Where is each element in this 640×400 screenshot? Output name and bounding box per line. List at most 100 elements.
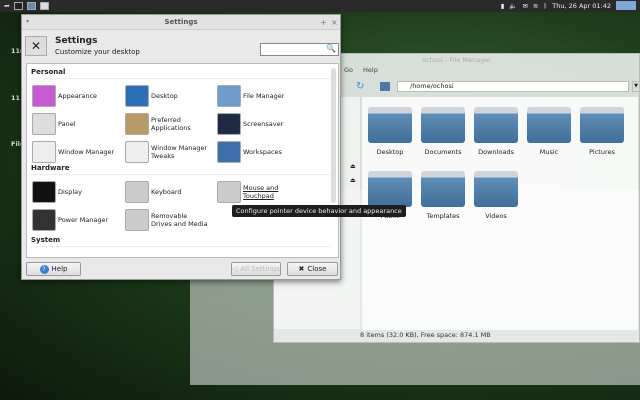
- power-manager-icon: [32, 209, 56, 231]
- folder-templates[interactable]: Templates: [420, 171, 466, 220]
- folder-icon: [474, 171, 518, 207]
- system-tray: ▮ 🔈 ✉ ≋ ᛒ Thu, 26 Apr 01:42: [501, 1, 636, 10]
- settings-item-power-manager[interactable]: Power Manager: [32, 209, 116, 231]
- item-label: Keyboard: [151, 188, 182, 196]
- battery-icon[interactable]: ▮: [501, 2, 505, 10]
- settings-item-window-manager[interactable]: Window Manager: [32, 141, 116, 163]
- header-subtitle: Customize your desktop: [55, 48, 140, 56]
- folder-pictures[interactable]: Pictures: [579, 107, 625, 156]
- window-menu-icon[interactable]: ▾: [26, 18, 29, 25]
- window-title: Settings: [22, 15, 340, 30]
- settings-item-screensaver[interactable]: Screensaver: [217, 113, 301, 135]
- settings-item-display[interactable]: Display: [32, 181, 116, 203]
- item-label: Window Manager Tweaks: [151, 144, 208, 160]
- scrollbar[interactable]: [331, 68, 336, 203]
- settings-list: Personal Appearance Desktop File Manager Pan…: [26, 63, 339, 258]
- settings-item-appearance[interactable]: Appearance: [32, 85, 116, 107]
- item-label: Preferred Applications: [151, 116, 191, 132]
- workspace-switcher[interactable]: [616, 1, 636, 10]
- item-label: Panel: [58, 120, 76, 128]
- home-icon[interactable]: [380, 82, 390, 91]
- appearance-icon: [32, 85, 56, 107]
- item-label: Appearance: [58, 92, 98, 100]
- eject-icon[interactable]: ⏏: [350, 163, 356, 170]
- category-system: System: [31, 236, 61, 244]
- category-hardware: Hardware: [31, 164, 70, 172]
- close-label: Close: [307, 265, 327, 273]
- settings-item-file-manager[interactable]: File Manager: [217, 85, 301, 107]
- item-label: File Manager: [243, 92, 285, 100]
- folder-label: Videos: [485, 212, 507, 220]
- item-label: Workspaces: [243, 148, 282, 156]
- item-label: Display: [58, 188, 82, 196]
- item-label: Removable Drives and Media: [151, 212, 208, 228]
- status-bar: 8 items (32.0 KB), Free space: 874.1 MB: [360, 331, 491, 339]
- bluetooth-icon[interactable]: ᛒ: [543, 2, 547, 10]
- eject-icon[interactable]: ⏏: [350, 177, 356, 184]
- folder-icon: [421, 171, 465, 207]
- close-icon: ✖: [298, 265, 305, 273]
- home-folder-icon[interactable]: [26, 2, 36, 10]
- header-title: Settings: [55, 36, 98, 46]
- window-manager-tweaks-icon: [125, 141, 149, 163]
- settings-item-desktop[interactable]: Desktop: [125, 85, 209, 107]
- all-settings-button[interactable]: ◁ All Settings: [231, 262, 281, 276]
- settings-icon[interactable]: [39, 2, 49, 10]
- mail-icon[interactable]: ✉: [522, 2, 527, 10]
- workspaces-icon: [217, 141, 241, 163]
- folder-label: Music: [539, 148, 559, 156]
- folder-label: Documents: [424, 148, 462, 156]
- settings-item-preferred-applications[interactable]: Preferred Applications: [125, 113, 209, 135]
- folder-icon: [580, 107, 624, 143]
- folder-icon: [368, 171, 412, 207]
- display-icon: [32, 181, 56, 203]
- divider: [31, 246, 331, 247]
- top-panel: ➦ ▮ 🔈 ✉ ≋ ᛒ Thu, 26 Apr 01:42: [0, 0, 640, 12]
- location-bar[interactable]: /home/ochosi: [397, 81, 629, 92]
- folder-desktop[interactable]: Desktop: [367, 107, 413, 156]
- volume-icon[interactable]: 🔈: [509, 2, 517, 10]
- close-button[interactable]: ✖ Close: [287, 262, 338, 276]
- folder-videos[interactable]: Videos: [473, 171, 519, 220]
- clock[interactable]: Thu, 26 Apr 01:42: [552, 2, 611, 10]
- item-label: Desktop: [151, 92, 178, 100]
- item-label: Screensaver: [243, 120, 284, 128]
- chevron-down-icon[interactable]: ▼: [632, 81, 640, 92]
- back-arrow-icon: ◁: [232, 265, 238, 273]
- reload-icon[interactable]: ↻: [356, 81, 364, 92]
- folder-label: Downloads: [478, 148, 514, 156]
- all-settings-label: All Settings: [240, 265, 281, 273]
- wifi-icon[interactable]: ≋: [533, 2, 538, 10]
- settings-item-panel[interactable]: Panel: [32, 113, 116, 135]
- menu-icon[interactable]: ➦: [4, 2, 10, 10]
- mouse-and-touchpad-icon: [217, 181, 241, 203]
- help-button[interactable]: ? Help: [26, 262, 81, 276]
- menu-go[interactable]: Go: [344, 66, 353, 77]
- panel-icon: [32, 113, 56, 135]
- folder-downloads[interactable]: Downloads: [473, 107, 519, 156]
- settings-item-keyboard[interactable]: Keyboard: [125, 181, 209, 203]
- window-manager-icon: [32, 141, 56, 163]
- maximize-icon[interactable]: +: [320, 18, 327, 27]
- removable-drives-and-media-icon: [125, 209, 149, 231]
- search-input[interactable]: 🔍: [260, 43, 339, 56]
- close-icon[interactable]: ×: [331, 18, 338, 27]
- divider: [31, 78, 331, 79]
- settings-item-window-manager-tweaks[interactable]: Window Manager Tweaks: [125, 141, 209, 163]
- help-icon: ?: [39, 264, 49, 274]
- keyboard-icon: [125, 181, 149, 203]
- folder-documents[interactable]: Documents: [420, 107, 466, 156]
- item-label: Window Manager: [58, 148, 115, 156]
- screensaver-icon: [217, 113, 241, 135]
- settings-window: Settings ▾ + × ✕ Settings Customize your…: [21, 14, 341, 280]
- menu-help[interactable]: Help: [363, 66, 378, 77]
- folder-label: Pictures: [589, 148, 615, 156]
- settings-item-removable-drives-and-media[interactable]: Removable Drives and Media: [125, 209, 209, 231]
- folder-label: Desktop: [376, 148, 404, 156]
- folder-icon: [474, 107, 518, 143]
- category-personal: Personal: [31, 68, 66, 76]
- folder-music[interactable]: Music: [526, 107, 572, 156]
- settings-item-workspaces[interactable]: Workspaces: [217, 141, 301, 163]
- settings-item-mouse-and-touchpad[interactable]: Mouse and Touchpad: [217, 181, 283, 203]
- terminal-icon[interactable]: [13, 2, 23, 10]
